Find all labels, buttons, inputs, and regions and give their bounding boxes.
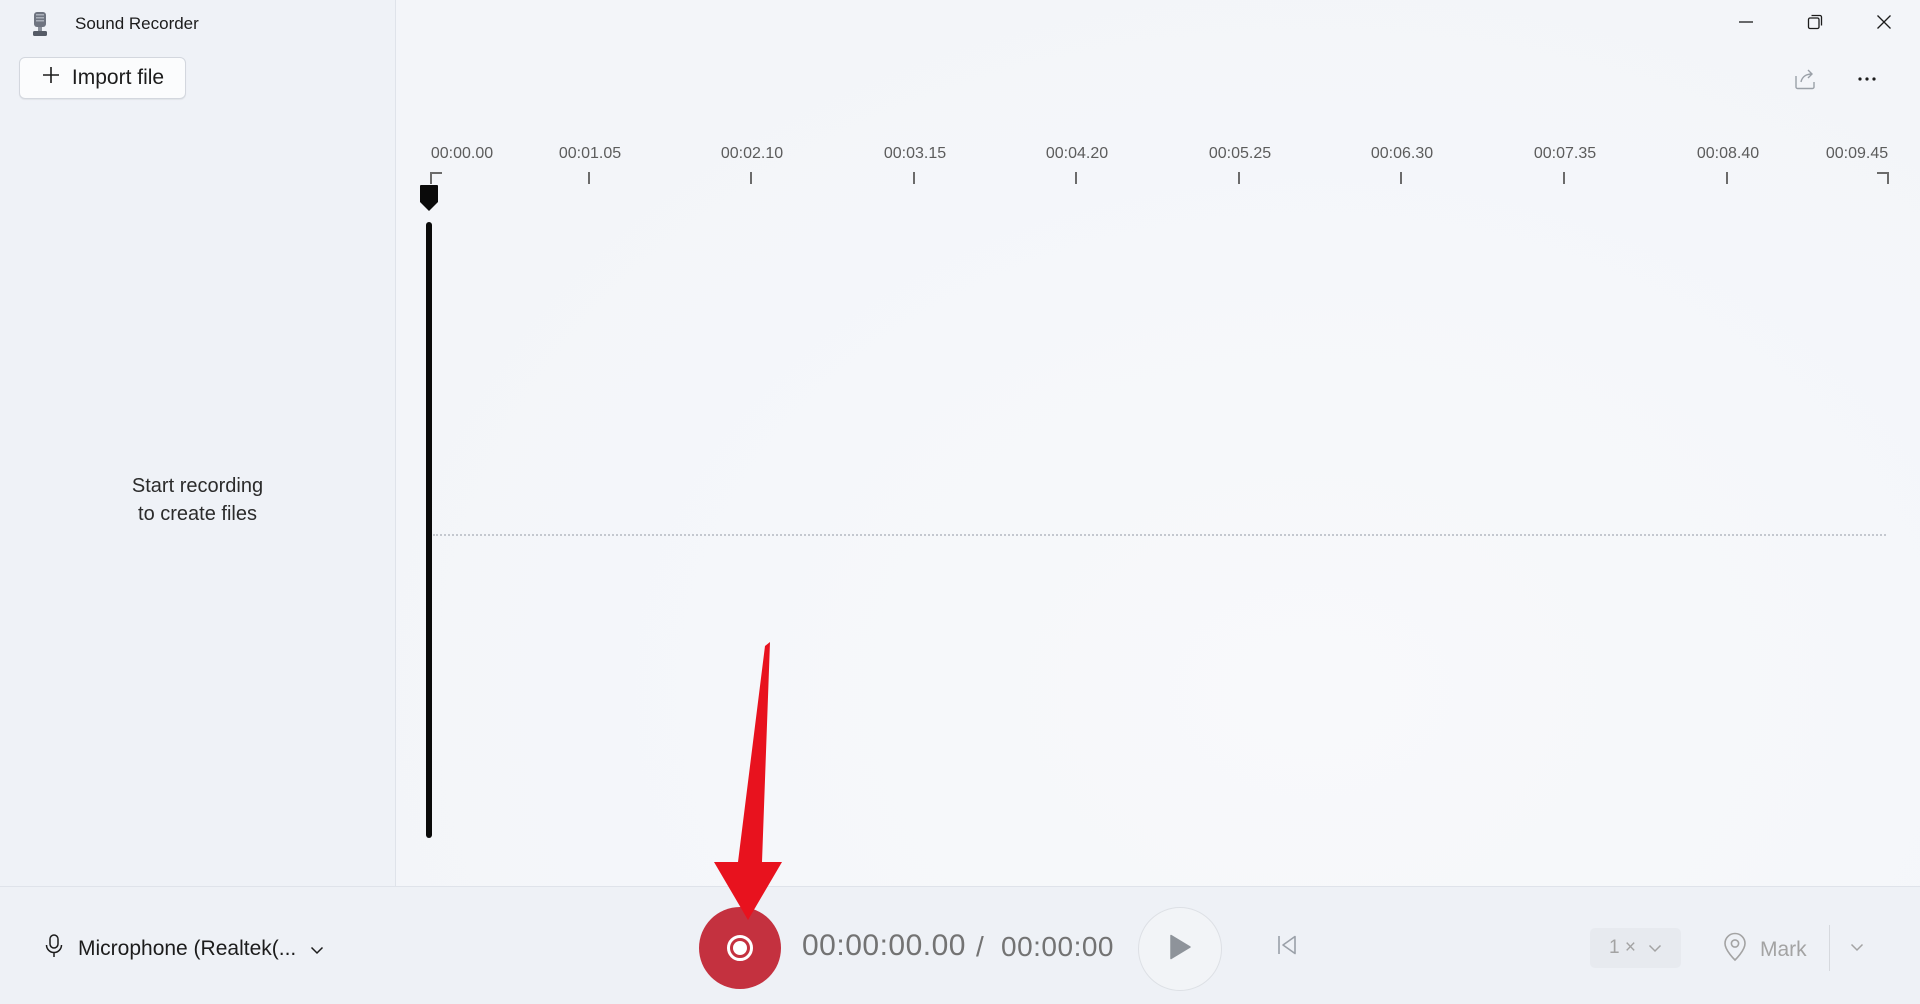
chevron-down-icon <box>1850 939 1864 957</box>
close-icon <box>1876 14 1892 35</box>
plus-icon <box>41 65 61 91</box>
close-button[interactable] <box>1856 6 1912 42</box>
timeline-tick-label: 00:02.10 <box>720 145 784 162</box>
timeline-start-bracket <box>430 172 442 184</box>
time-separator: / <box>976 931 984 962</box>
timeline-tick-label: 00:07.35 <box>1533 145 1597 162</box>
timeline-tick-label: 00:09.45 <box>1825 145 1889 162</box>
waveform-area <box>396 0 1920 886</box>
timeline-tick-label: 00:06.30 <box>1370 145 1434 162</box>
total-time: 00:00:00 <box>1001 931 1114 962</box>
timeline-tick <box>1238 172 1240 184</box>
mark-options-button[interactable] <box>1845 936 1869 960</box>
speed-label: 1 × <box>1609 937 1636 958</box>
timeline-tick <box>1075 172 1077 184</box>
minimize-icon <box>1738 14 1754 35</box>
waveform-baseline <box>433 534 1886 536</box>
current-time: 00:00:00.00 <box>802 929 966 962</box>
timeline-tick <box>913 172 915 184</box>
skip-back-icon <box>1275 933 1299 962</box>
mark-label: Mark <box>1760 938 1807 961</box>
restore-button[interactable] <box>1787 6 1843 42</box>
location-pin-icon <box>1722 932 1748 968</box>
record-button[interactable] <box>699 907 781 989</box>
mark-divider <box>1829 925 1830 971</box>
playback-speed-selector[interactable]: 1 × <box>1590 928 1681 968</box>
sidebar: Sound Recorder Import file Start recordi… <box>0 0 396 886</box>
chevron-down-icon <box>310 937 324 961</box>
mark-button[interactable]: Mark <box>1722 932 1807 968</box>
timeline-tick-label: 00:08.40 <box>1696 145 1760 162</box>
more-icon <box>1855 67 1879 96</box>
skip-back-button[interactable] <box>1270 930 1304 964</box>
playhead-line[interactable] <box>426 222 432 838</box>
share-icon <box>1793 67 1817 96</box>
play-button[interactable] <box>1138 907 1222 991</box>
microphone-app-icon <box>29 11 51 37</box>
import-file-button[interactable]: Import file <box>19 57 186 99</box>
timeline-tick <box>1726 172 1728 184</box>
more-options-button[interactable] <box>1850 64 1884 98</box>
restore-icon <box>1807 14 1823 35</box>
timeline-tick-label: 00:04.20 <box>1045 145 1109 162</box>
mic-icon <box>44 934 64 964</box>
timeline-tick <box>750 172 752 184</box>
chevron-down-icon <box>1648 937 1662 959</box>
share-button[interactable] <box>1788 64 1822 98</box>
empty-state-message: Start recording to create files <box>0 472 395 528</box>
import-file-label: Import file <box>71 66 165 89</box>
timeline-tick-label: 00:05.25 <box>1208 145 1272 162</box>
minimize-button[interactable] <box>1718 6 1774 42</box>
playhead-handle[interactable] <box>419 184 439 212</box>
play-icon <box>1167 933 1193 966</box>
app-title: Sound Recorder <box>75 14 199 33</box>
timeline-tick-label: 00:01.05 <box>558 145 622 162</box>
timeline-tick-label: 00:03.15 <box>883 145 947 162</box>
timeline-end-bracket <box>1877 172 1889 184</box>
empty-state-line-1: Start recording <box>131 475 264 497</box>
timeline-tick-label: 00:00.00 <box>430 145 494 162</box>
empty-state-line-2: to create files <box>138 503 257 525</box>
microphone-label: Microphone (Realtek(... <box>78 937 297 960</box>
timeline-tick <box>588 172 590 184</box>
record-icon <box>727 935 753 961</box>
microphone-selector[interactable]: Microphone (Realtek(... <box>44 934 324 964</box>
timeline-tick <box>1400 172 1402 184</box>
timeline-tick <box>1563 172 1565 184</box>
